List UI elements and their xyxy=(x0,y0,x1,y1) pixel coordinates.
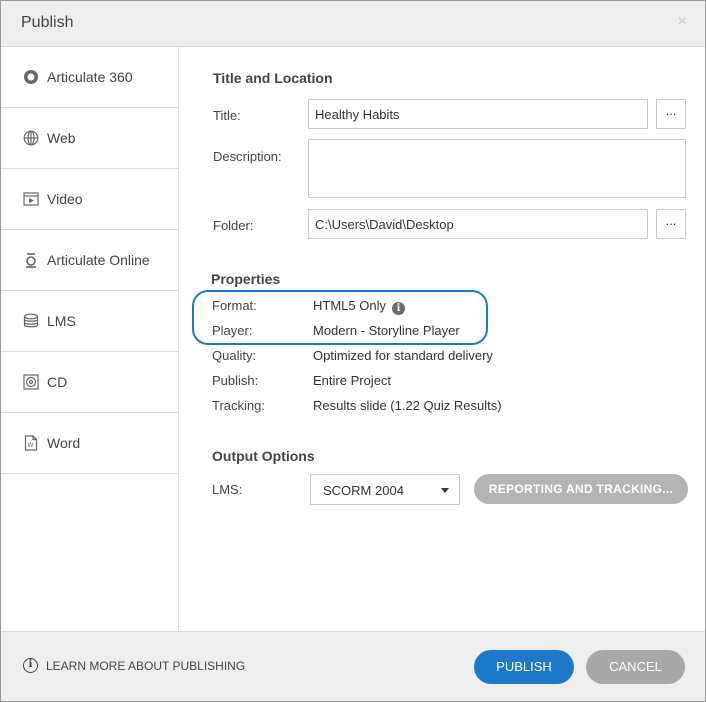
format-value[interactable]: HTML5 Only i xyxy=(313,298,405,315)
format-value-text: HTML5 Only xyxy=(313,298,386,313)
sidebar-item-video[interactable]: Video xyxy=(1,169,178,230)
tracking-value[interactable]: Results slide (1.22 Quiz Results) xyxy=(313,398,502,413)
folder-label: Folder: xyxy=(213,218,254,233)
publish-settings-panel: Title and Location Title: Healthy Habits… xyxy=(179,47,705,630)
publish-target-sidebar: Articulate 360 Web Video Articulate Onli… xyxy=(1,47,179,630)
sidebar-item-articulate-360[interactable]: Articulate 360 xyxy=(1,47,178,108)
sidebar-item-label: Video xyxy=(47,191,83,207)
lms-label: LMS: xyxy=(212,482,243,497)
sidebar-item-label: LMS xyxy=(47,313,76,329)
title-input[interactable]: Healthy Habits xyxy=(308,99,648,129)
folder-browse-button[interactable]: ... xyxy=(656,209,686,239)
folder-input[interactable]: C:\Users\David\Desktop xyxy=(308,209,648,239)
lms-select[interactable]: SCORM 2004 xyxy=(310,474,460,505)
sidebar-item-label: Word xyxy=(47,435,81,451)
dialog-footer: i LEARN MORE ABOUT PUBLISHING PUBLISH CA… xyxy=(1,631,705,701)
word-document-icon: W xyxy=(23,435,39,451)
format-label: Format: xyxy=(212,298,257,313)
sidebar-item-word[interactable]: W Word xyxy=(1,413,178,474)
description-input[interactable] xyxy=(308,139,686,198)
title-browse-button[interactable]: ... xyxy=(656,99,686,129)
player-value[interactable]: Modern - Storyline Player xyxy=(313,323,460,338)
publish-scope-value[interactable]: Entire Project xyxy=(313,373,391,388)
output-options-heading: Output Options xyxy=(212,448,315,464)
quality-label: Quality: xyxy=(212,348,257,363)
dialog-title: Publish xyxy=(21,14,74,31)
globe-icon xyxy=(23,130,39,146)
cancel-button[interactable]: CANCEL xyxy=(586,650,685,684)
svg-text:W: W xyxy=(28,442,34,449)
title-label: Title: xyxy=(213,108,241,123)
player-label: Player: xyxy=(212,323,253,338)
sidebar-item-label: Articulate 360 xyxy=(47,69,133,85)
cd-icon xyxy=(23,374,39,390)
title-bar: Publish × xyxy=(1,1,705,47)
publish-button[interactable]: PUBLISH xyxy=(474,650,574,684)
publish-dialog: Publish × Articulate 360 Web Video Artic… xyxy=(0,0,706,702)
info-circle-icon: i xyxy=(23,658,38,673)
sidebar-item-articulate-online[interactable]: Articulate Online xyxy=(1,230,178,291)
publish-scope-label: Publish: xyxy=(212,373,259,388)
learn-more-label: LEARN MORE ABOUT PUBLISHING xyxy=(46,659,246,673)
properties-heading: Properties xyxy=(211,271,281,287)
close-icon[interactable]: × xyxy=(678,13,687,31)
video-icon xyxy=(23,191,39,207)
title-location-heading: Title and Location xyxy=(213,70,333,86)
sidebar-item-label: Web xyxy=(47,130,76,146)
tracking-label: Tracking: xyxy=(212,398,265,413)
database-icon xyxy=(23,313,39,329)
caret-down-icon xyxy=(441,488,449,493)
sidebar-item-web[interactable]: Web xyxy=(1,108,178,169)
sidebar-item-cd[interactable]: CD xyxy=(1,352,178,413)
lms-select-value: SCORM 2004 xyxy=(323,483,404,498)
articulate-360-icon xyxy=(23,69,39,85)
reporting-and-tracking-button[interactable]: REPORTING AND TRACKING... xyxy=(474,474,688,504)
quality-value[interactable]: Optimized for standard delivery xyxy=(313,348,493,363)
sidebar-item-label: Articulate Online xyxy=(47,252,150,268)
articulate-online-icon xyxy=(23,252,39,268)
info-icon[interactable]: i xyxy=(391,302,405,315)
description-label: Description: xyxy=(213,149,282,164)
sidebar-item-lms[interactable]: LMS xyxy=(1,291,178,352)
sidebar-item-label: CD xyxy=(47,374,68,390)
